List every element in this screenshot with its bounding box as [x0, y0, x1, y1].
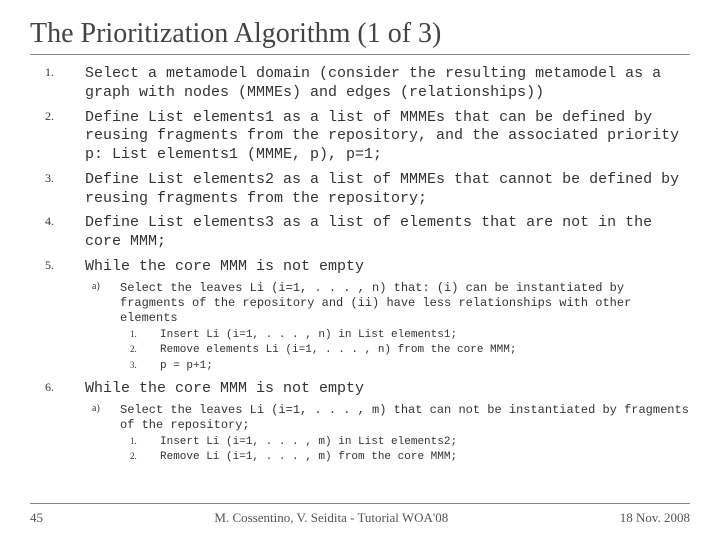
step-5a3: 3. p = p+1;: [160, 360, 690, 374]
step-5a: a) Select the leaves Li (i=1, . . . , n)…: [120, 281, 690, 374]
subsub-number: 2.: [130, 451, 160, 462]
step-text: Define List elements1 as a list of MMMEs…: [85, 109, 679, 164]
step-number: 5.: [45, 258, 75, 273]
step-number: 6.: [45, 380, 75, 395]
step-text: Select a metamodel domain (consider the …: [85, 65, 661, 101]
step-number: 2.: [45, 109, 75, 124]
step-6a1: 1. Insert Li (i=1, . . . , m) in List el…: [160, 436, 690, 450]
step-5a1: 1. Insert Li (i=1, . . . , n) in List el…: [160, 329, 690, 343]
step-6a-sub: 1. Insert Li (i=1, . . . , m) in List el…: [120, 436, 690, 466]
slide: The Prioritization Algorithm (1 of 3) 1.…: [0, 0, 720, 540]
step-6: 6. While the core MMM is not empty a) Se…: [85, 380, 690, 465]
subsub-text: Insert Li (i=1, . . . , m) in List eleme…: [160, 436, 457, 448]
step-number: 4.: [45, 214, 75, 229]
subsub-text: Insert Li (i=1, . . . , n) in List eleme…: [160, 329, 457, 341]
slide-number: 45: [30, 510, 43, 526]
step-number: 3.: [45, 171, 75, 186]
step-text: Define List elements3 as a list of eleme…: [85, 214, 652, 250]
title-underline: [30, 54, 690, 55]
subsub-number: 1.: [130, 436, 160, 447]
subsub-number: 3.: [130, 360, 160, 371]
step-4: 4. Define List elements3 as a list of el…: [85, 214, 690, 252]
footer-rule: [30, 503, 690, 504]
step-6a: a) Select the leaves Li (i=1, . . . , m)…: [120, 403, 690, 466]
step-5a-sub: 1. Insert Li (i=1, . . . , n) in List el…: [120, 329, 690, 374]
step-text: While the core MMM is not empty: [85, 380, 364, 397]
footer-credit: M. Cossentino, V. Seidita - Tutorial WOA…: [214, 510, 448, 526]
subsub-text: Remove elements Li (i=1, . . . , n) from…: [160, 344, 516, 356]
step-6a2: 2. Remove Li (i=1, . . . , m) from the c…: [160, 451, 690, 465]
sub-letter: a): [92, 403, 122, 416]
subsub-text: p = p+1;: [160, 360, 213, 372]
subsub-number: 1.: [130, 329, 160, 340]
step-3: 3. Define List elements2 as a list of MM…: [85, 171, 690, 209]
step-5-sub: a) Select the leaves Li (i=1, . . . , n)…: [85, 281, 690, 374]
sub-letter: a): [92, 281, 122, 294]
step-text: While the core MMM is not empty: [85, 258, 364, 275]
step-1: 1. Select a metamodel domain (consider t…: [85, 65, 690, 103]
step-text: Define List elements2 as a list of MMMEs…: [85, 171, 679, 207]
subsub-text: Remove Li (i=1, . . . , m) from the core…: [160, 451, 457, 463]
step-number: 1.: [45, 65, 75, 80]
step-5a2: 2. Remove elements Li (i=1, . . . , n) f…: [160, 344, 690, 358]
step-5: 5. While the core MMM is not empty a) Se…: [85, 258, 690, 374]
slide-title: The Prioritization Algorithm (1 of 3): [30, 18, 690, 50]
step-6-sub: a) Select the leaves Li (i=1, . . . , m)…: [85, 403, 690, 466]
sub-text: Select the leaves Li (i=1, . . . , n) th…: [120, 281, 631, 325]
footer-row: 45 M. Cossentino, V. Seidita - Tutorial …: [30, 510, 690, 526]
sub-text: Select the leaves Li (i=1, . . . , m) th…: [120, 403, 689, 432]
step-2: 2. Define List elements1 as a list of MM…: [85, 109, 690, 165]
subsub-number: 2.: [130, 344, 160, 355]
algorithm-list: 1. Select a metamodel domain (consider t…: [30, 65, 690, 465]
footer: 45 M. Cossentino, V. Seidita - Tutorial …: [30, 503, 690, 526]
footer-date: 18 Nov. 2008: [620, 510, 690, 526]
